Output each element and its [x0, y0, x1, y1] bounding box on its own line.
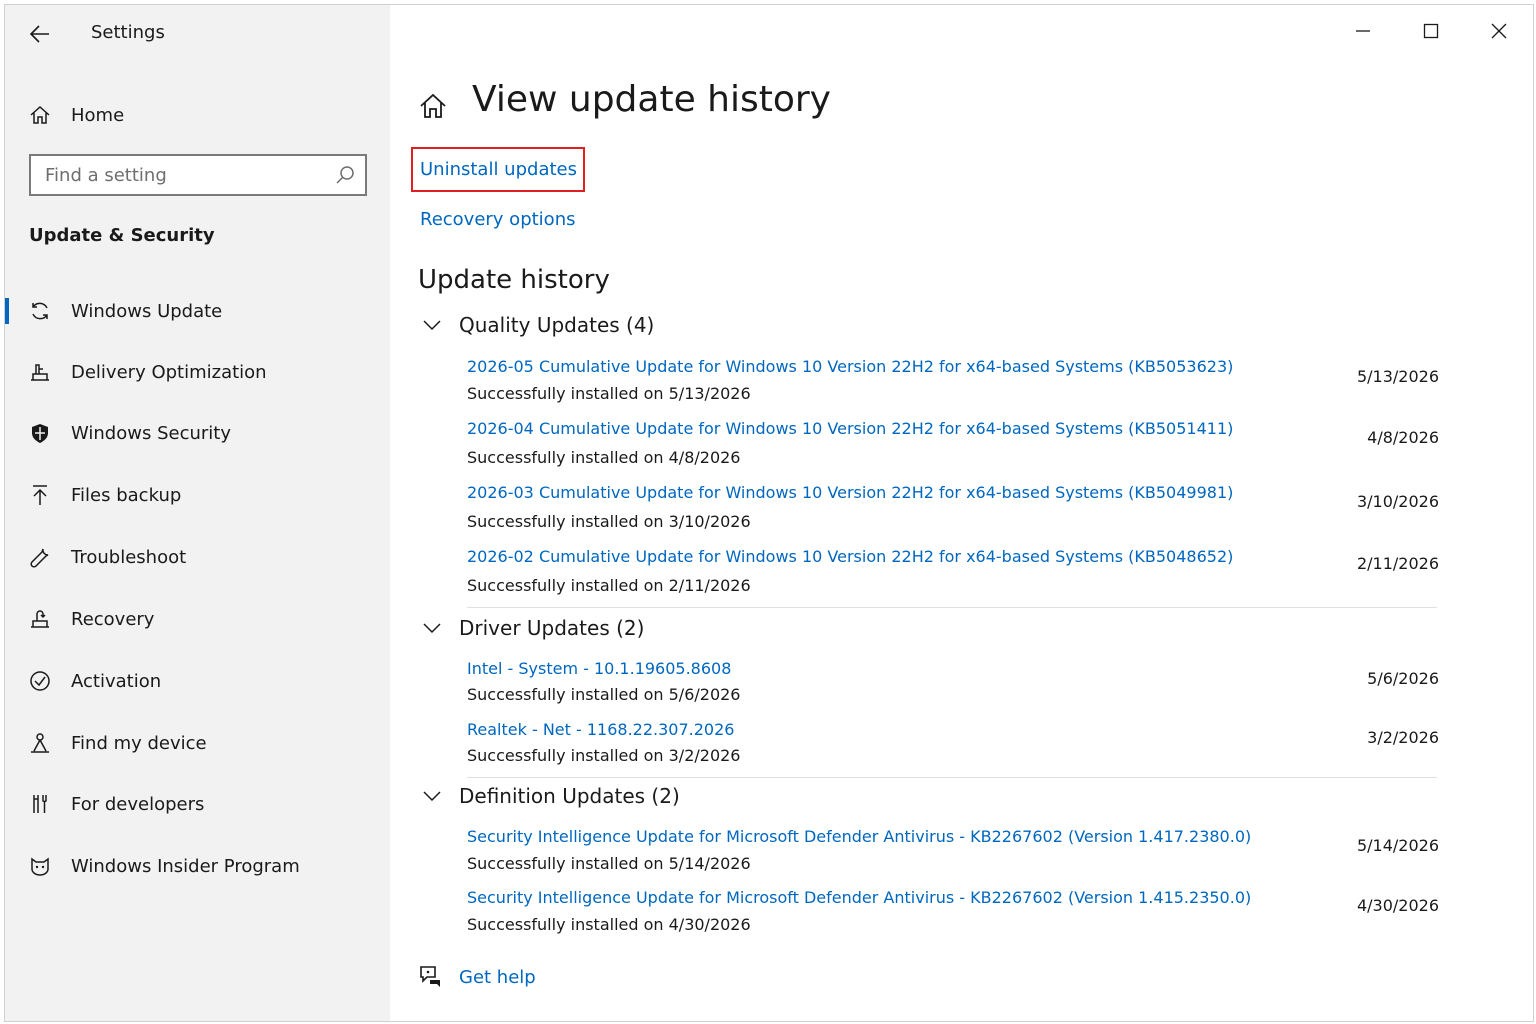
update-link[interactable]: 2026-04 Cumulative Update for Windows 10…: [467, 419, 1233, 438]
update-status: Successfully installed on 4/30/2026: [467, 915, 751, 934]
update-date: 4/8/2026: [1367, 428, 1439, 447]
sidebar-item-label: Files backup: [71, 484, 182, 506]
group-header-quality-updates[interactable]: Quality Updates (4): [420, 310, 654, 340]
update-link[interactable]: 2026-05 Cumulative Update for Windows 10…: [467, 357, 1233, 376]
update-link[interactable]: Realtek - Net - 1168.22.307.2026: [467, 720, 734, 739]
sidebar: Settings Home Update & Security: [5, 5, 390, 1021]
group-header-driver-updates[interactable]: Driver Updates (2): [420, 613, 644, 643]
group-label: Definition Updates (2): [459, 784, 680, 808]
recovery-icon: [29, 608, 51, 630]
group-label: Driver Updates (2): [459, 616, 645, 640]
settings-window: Settings Home Update & Security: [4, 4, 1534, 1022]
sidebar-item-windows-insider[interactable]: Windows Insider Program: [5, 840, 390, 892]
sidebar-item-label: Windows Security: [71, 422, 231, 444]
chevron-down-icon: [423, 623, 441, 634]
uninstall-updates-link[interactable]: Uninstall updates: [420, 159, 577, 180]
sidebar-item-windows-security[interactable]: Windows Security: [5, 407, 390, 459]
update-date: 2/11/2026: [1356, 554, 1439, 573]
wrench-icon: [29, 546, 51, 568]
sidebar-item-home[interactable]: Home: [5, 93, 390, 137]
update-link[interactable]: 2026-03 Cumulative Update for Windows 10…: [467, 483, 1233, 502]
update-status: Successfully installed on 5/13/2026: [467, 384, 751, 403]
developer-tools-icon: [29, 793, 51, 815]
main-content: View update history Uninstall updates Re…: [390, 5, 1533, 1021]
update-date: 5/14/2026: [1356, 836, 1439, 855]
update-status: Successfully installed on 3/2/2026: [467, 746, 741, 765]
update-history-heading: Update history: [418, 265, 610, 295]
refresh-icon: [29, 300, 51, 322]
sidebar-item-label: For developers: [71, 793, 205, 815]
shield-icon: [29, 422, 51, 444]
delivery-optimization-icon: [29, 361, 51, 383]
home-icon: [420, 93, 446, 118]
sidebar-item-find-my-device[interactable]: Find my device: [5, 717, 390, 769]
sidebar-item-files-backup[interactable]: Files backup: [5, 469, 390, 521]
sidebar-item-label: Home: [71, 104, 125, 126]
update-status: Successfully installed on 5/14/2026: [467, 854, 751, 873]
update-status: Successfully installed on 3/10/2026: [467, 512, 751, 531]
back-arrow-icon: [29, 25, 49, 43]
search-icon[interactable]: [335, 165, 355, 185]
page-title: View update history: [472, 79, 831, 120]
upload-arrow-icon: [29, 484, 51, 506]
check-circle-icon: [29, 670, 51, 692]
update-status: Successfully installed on 2/11/2026: [467, 576, 751, 595]
sidebar-item-label: Find my device: [71, 732, 207, 754]
update-link[interactable]: 2026-02 Cumulative Update for Windows 10…: [467, 547, 1233, 566]
update-date: 3/2/2026: [1367, 728, 1439, 747]
group-header-definition-updates[interactable]: Definition Updates (2): [420, 781, 680, 811]
divider: [467, 777, 1437, 778]
update-link[interactable]: Intel - System - 10.1.19605.8608: [467, 659, 731, 678]
sidebar-item-label: Troubleshoot: [71, 546, 187, 568]
section-title: Update & Security: [29, 225, 215, 246]
update-status: Successfully installed on 4/8/2026: [467, 448, 741, 467]
update-link[interactable]: Security Intelligence Update for Microso…: [467, 827, 1251, 846]
home-icon: [29, 104, 51, 126]
update-status: Successfully installed on 5/6/2026: [467, 685, 741, 704]
sidebar-item-label: Windows Insider Program: [71, 855, 300, 877]
sidebar-item-label: Delivery Optimization: [71, 361, 267, 383]
recovery-options-link[interactable]: Recovery options: [420, 209, 575, 230]
divider: [467, 607, 1437, 608]
sidebar-item-delivery-optimization[interactable]: Delivery Optimization: [5, 346, 390, 398]
update-link[interactable]: Security Intelligence Update for Microso…: [467, 888, 1251, 907]
group-label: Quality Updates (4): [459, 313, 655, 337]
person-location-icon: [29, 732, 51, 754]
app-title: Settings: [91, 22, 165, 43]
search-box[interactable]: [29, 154, 367, 196]
sidebar-item-label: Activation: [71, 670, 162, 692]
update-date: 3/10/2026: [1356, 492, 1439, 511]
update-date: 4/30/2026: [1356, 896, 1439, 915]
sidebar-item-label: Windows Update: [71, 300, 223, 322]
sidebar-item-label: Recovery: [71, 608, 155, 630]
chevron-down-icon: [423, 791, 441, 802]
sidebar-item-windows-update[interactable]: Windows Update: [5, 285, 390, 337]
get-help-link[interactable]: Get help: [459, 967, 536, 988]
sidebar-item-activation[interactable]: Activation: [5, 655, 390, 707]
search-input[interactable]: [31, 156, 321, 194]
sidebar-item-troubleshoot[interactable]: Troubleshoot: [5, 531, 390, 583]
selected-indicator: [5, 298, 9, 324]
update-date: 5/13/2026: [1356, 367, 1439, 386]
chevron-down-icon: [423, 320, 441, 331]
help-chat-icon: [420, 966, 440, 987]
insider-cat-icon: [29, 855, 51, 877]
sidebar-item-recovery[interactable]: Recovery: [5, 593, 390, 645]
sidebar-item-for-developers[interactable]: For developers: [5, 778, 390, 830]
update-date: 5/6/2026: [1367, 669, 1439, 688]
back-button[interactable]: [25, 19, 55, 49]
